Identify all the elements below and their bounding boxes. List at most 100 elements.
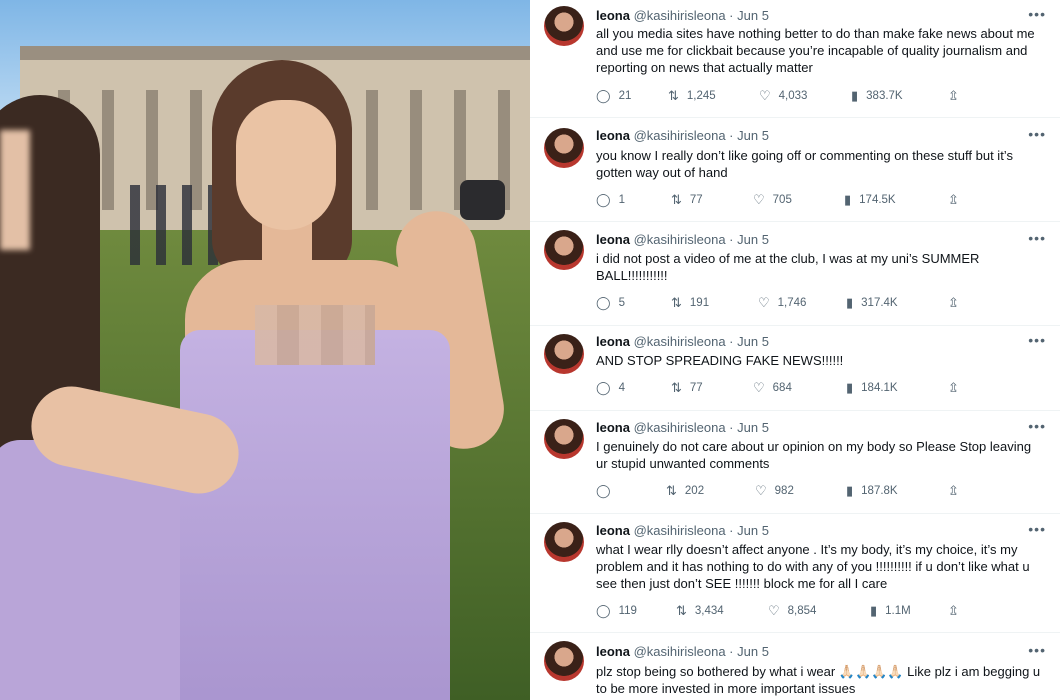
- handle[interactable]: @kasihirisleona: [634, 128, 726, 143]
- tweet-date[interactable]: Jun 5: [737, 334, 769, 349]
- handle[interactable]: @kasihirisleona: [634, 232, 726, 247]
- views-button[interactable]: ▮ 317.4K: [846, 295, 898, 311]
- display-name[interactable]: leona: [596, 644, 630, 659]
- like-button[interactable]: ♡ 705: [753, 192, 792, 208]
- like-icon: ♡: [768, 603, 780, 618]
- tweet-text: plz stop being so bothered by what i wea…: [596, 664, 1041, 696]
- retweet-count: 77: [689, 382, 703, 394]
- tweet-date[interactable]: Jun 5: [737, 420, 769, 435]
- share-button[interactable]: ⇫: [948, 295, 959, 311]
- like-button[interactable]: ♡ 8,854: [768, 603, 816, 619]
- like-icon: ♡: [753, 192, 765, 207]
- blurred-face: [0, 130, 30, 250]
- tweet[interactable]: leona @kasihirisleona · Jun 5 ••• I genu…: [530, 411, 1060, 514]
- handle[interactable]: @kasihirisleona: [634, 420, 726, 435]
- tweet[interactable]: leona @kasihirisleona · Jun 5 ••• AND ST…: [530, 326, 1060, 411]
- like-button[interactable]: ♡ 4,033: [759, 88, 807, 104]
- views-button[interactable]: ▮ 184.1K: [846, 380, 898, 396]
- share-icon: ⇫: [948, 483, 959, 498]
- retweet-button[interactable]: ⇅ 3,434: [676, 603, 724, 619]
- share-button[interactable]: ⇫: [948, 192, 959, 208]
- share-button[interactable]: ⇫: [948, 88, 959, 104]
- tweet-actions: ◯ 1 ⇅ 77 ♡ 705 ▮ 174.5K ⇫: [596, 192, 966, 210]
- tweet-actions: ◯ ⇅ 202 ♡ 982 ▮ 187.8K ⇫: [596, 483, 966, 501]
- tweet[interactable]: leona @kasihirisleona · Jun 5 ••• i did …: [530, 222, 1060, 326]
- tweet-date[interactable]: Jun 5: [737, 523, 769, 538]
- tweet-header: leona @kasihirisleona · Jun 5: [596, 420, 769, 435]
- view-count: 1.1M: [885, 605, 911, 617]
- views-button[interactable]: ▮ 187.8K: [846, 483, 898, 499]
- more-options-icon[interactable]: •••: [1028, 521, 1046, 537]
- like-icon: ♡: [758, 295, 770, 310]
- retweet-button[interactable]: ⇅ 77: [671, 192, 703, 208]
- tweet-text: AND STOP SPREADING FAKE NEWS!!!!!!: [596, 353, 844, 368]
- tweet-header: leona @kasihirisleona · Jun 5: [596, 523, 769, 538]
- reply-button[interactable]: ◯: [596, 483, 619, 499]
- like-button[interactable]: ♡ 1,746: [758, 295, 806, 311]
- tweet[interactable]: leona @kasihirisleona · Jun 5 ••• you kn…: [530, 118, 1060, 222]
- retweet-icon: ⇅: [668, 88, 679, 103]
- more-options-icon[interactable]: •••: [1028, 332, 1046, 348]
- view-count: 184.1K: [861, 382, 898, 394]
- more-options-icon[interactable]: •••: [1028, 642, 1046, 658]
- handle[interactable]: @kasihirisleona: [634, 523, 726, 538]
- more-options-icon[interactable]: •••: [1028, 6, 1046, 22]
- reply-icon: ◯: [596, 603, 611, 618]
- retweet-button[interactable]: ⇅ 202: [666, 483, 704, 499]
- display-name[interactable]: leona: [596, 128, 630, 143]
- more-options-icon[interactable]: •••: [1028, 126, 1046, 142]
- share-button[interactable]: ⇫: [948, 603, 959, 619]
- reply-button[interactable]: ◯ 5: [596, 295, 625, 311]
- handle[interactable]: @kasihirisleona: [634, 644, 726, 659]
- display-name[interactable]: leona: [596, 334, 630, 349]
- avatar[interactable]: [544, 6, 584, 46]
- handle[interactable]: @kasihirisleona: [634, 8, 726, 23]
- avatar[interactable]: [544, 522, 584, 562]
- retweet-icon: ⇅: [676, 603, 687, 618]
- avatar[interactable]: [544, 419, 584, 459]
- reply-button[interactable]: ◯ 119: [596, 603, 637, 619]
- handle[interactable]: @kasihirisleona: [634, 334, 726, 349]
- views-button[interactable]: ▮ 174.5K: [844, 192, 896, 208]
- avatar[interactable]: [544, 641, 584, 681]
- tweet[interactable]: leona @kasihirisleona · Jun 5 ••• plz st…: [530, 633, 1060, 700]
- retweet-count: 77: [689, 194, 703, 206]
- display-name[interactable]: leona: [596, 523, 630, 538]
- reply-count: 1: [618, 194, 625, 206]
- tweet-date[interactable]: Jun 5: [737, 232, 769, 247]
- views-button[interactable]: ▮ 383.7K: [851, 88, 903, 104]
- tweet[interactable]: leona @kasihirisleona · Jun 5 ••• what I…: [530, 514, 1060, 633]
- tweet-header: leona @kasihirisleona · Jun 5: [596, 232, 769, 247]
- like-icon: ♡: [759, 88, 771, 103]
- avatar[interactable]: [544, 334, 584, 374]
- tweet-text: you know I really don’t like going off o…: [596, 148, 1013, 180]
- display-name[interactable]: leona: [596, 232, 630, 247]
- tweet-date[interactable]: Jun 5: [737, 8, 769, 23]
- tweet-text: I genuinely do not care about ur opinion…: [596, 439, 1032, 471]
- more-options-icon[interactable]: •••: [1028, 418, 1046, 434]
- more-options-icon[interactable]: •••: [1028, 230, 1046, 246]
- reply-button[interactable]: ◯ 4: [596, 380, 625, 396]
- reply-button[interactable]: ◯ 21: [596, 88, 631, 104]
- share-icon: ⇫: [948, 603, 959, 618]
- retweet-button[interactable]: ⇅ 191: [671, 295, 709, 311]
- views-button[interactable]: ▮ 1.1M: [870, 603, 911, 619]
- reply-button[interactable]: ◯ 1: [596, 192, 625, 208]
- like-button[interactable]: ♡ 982: [755, 483, 794, 499]
- share-button[interactable]: ⇫: [948, 483, 959, 499]
- tweet-date[interactable]: Jun 5: [737, 644, 769, 659]
- tweet-date[interactable]: Jun 5: [737, 128, 769, 143]
- tweet[interactable]: leona @kasihirisleona · Jun 5 ••• all yo…: [530, 0, 1060, 118]
- display-name[interactable]: leona: [596, 8, 630, 23]
- like-count: 982: [774, 485, 794, 497]
- avatar[interactable]: [544, 230, 584, 270]
- like-button[interactable]: ♡ 684: [753, 380, 792, 396]
- lilac-dress: [180, 330, 450, 700]
- reply-icon: ◯: [596, 483, 611, 498]
- retweet-button[interactable]: ⇅ 1,245: [668, 88, 716, 104]
- tweet-header: leona @kasihirisleona · Jun 5: [596, 644, 769, 659]
- retweet-button[interactable]: ⇅ 77: [671, 380, 703, 396]
- share-button[interactable]: ⇫: [948, 380, 959, 396]
- avatar[interactable]: [544, 128, 584, 168]
- display-name[interactable]: leona: [596, 420, 630, 435]
